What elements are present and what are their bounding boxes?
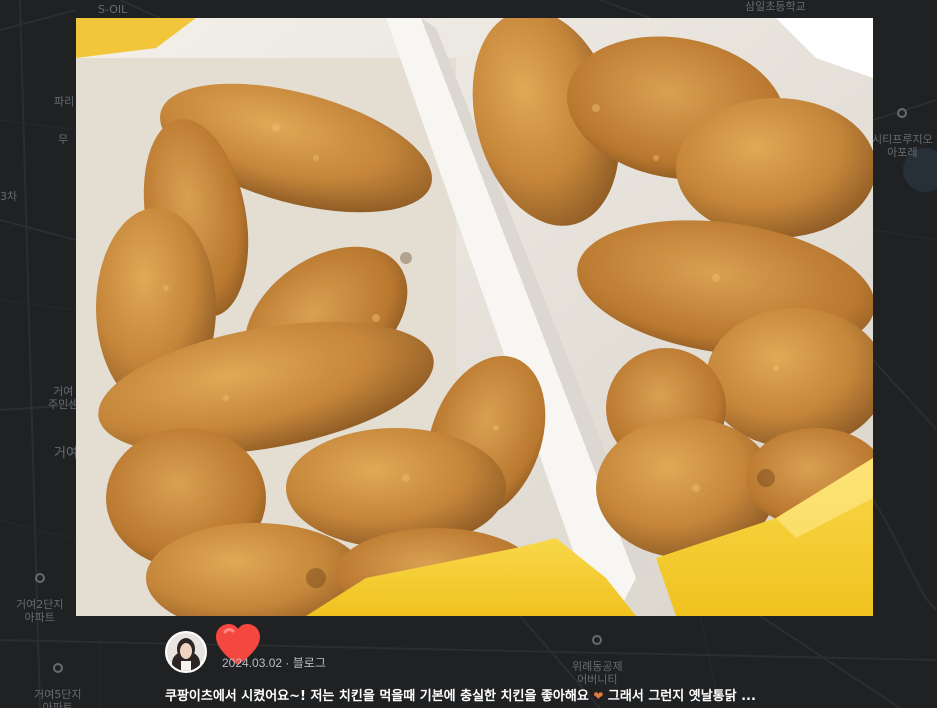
- avatar-icon: [167, 633, 205, 671]
- post-snippet[interactable]: 쿠팡이츠에서 시켰어요~! 저는 치킨을 먹을때 기본에 충실한 치킨을 좋아해…: [165, 685, 756, 704]
- post-source[interactable]: 블로그: [293, 656, 326, 670]
- post-date-source: 2024.03.02 · 블로그: [222, 654, 326, 671]
- snippet-tail: 그래서 그런지 옛날통닭 ...: [607, 689, 756, 704]
- post-photo[interactable]: [76, 18, 873, 616]
- snippet-text: 쿠팡이츠에서 시켰어요~! 저는 치킨을 먹을때 기본에 충실한 치킨을 좋아해…: [165, 689, 589, 704]
- separator-dot: ·: [285, 656, 290, 670]
- post-date: 2024.03.02: [222, 656, 283, 670]
- user-avatar[interactable]: [165, 631, 207, 673]
- heart-emoji-icon: ❤: [593, 689, 604, 703]
- fried-chicken-image: [76, 18, 873, 616]
- post-meta: 2024.03.02 · 블로그: [165, 624, 765, 676]
